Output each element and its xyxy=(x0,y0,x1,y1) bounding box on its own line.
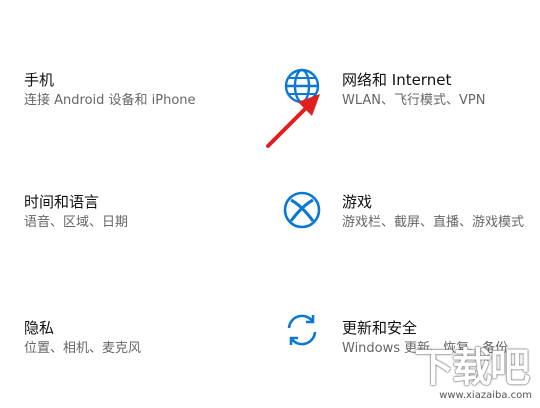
sync-icon[interactable] xyxy=(282,310,322,350)
watermark: 下载吧 www.xiazaiba.com xyxy=(414,346,532,406)
tile-title: 游戏 xyxy=(342,193,373,211)
tile-title: 更新和安全 xyxy=(342,319,418,337)
tile-description: 位置、相机、麦克风 xyxy=(24,341,142,356)
tile-description: 游戏栏、截屏、直播、游戏模式 xyxy=(342,215,525,230)
settings-tile-network[interactable]: 网络和 Internet WLAN、飞行模式、VPN xyxy=(342,70,485,110)
watermark-logo: 下载吧 xyxy=(414,345,530,391)
watermark-url: www.xiazaiba.com xyxy=(439,390,532,401)
settings-tile-time-language[interactable]: 时间和语言 语音、区域、日期 xyxy=(24,192,128,232)
settings-tile-privacy[interactable]: 隐私 位置、相机、麦克风 xyxy=(24,318,141,358)
settings-tile-phone[interactable]: 手机 连接 Android 设备和 iPhone xyxy=(24,70,196,110)
tile-title: 网络和 Internet xyxy=(342,71,452,89)
tile-title: 隐私 xyxy=(24,319,55,337)
tile-description: WLAN、飞行模式、VPN xyxy=(342,93,486,108)
tile-description: 语音、区域、日期 xyxy=(24,215,129,230)
tile-title: 手机 xyxy=(24,71,55,89)
tile-title: 时间和语言 xyxy=(24,193,100,211)
annotation-arrow-icon xyxy=(262,92,324,152)
tile-description: 连接 Android 设备和 iPhone xyxy=(24,93,196,108)
xbox-icon[interactable] xyxy=(282,190,322,230)
settings-tile-gaming[interactable]: 游戏 游戏栏、截屏、直播、游戏模式 xyxy=(342,192,540,232)
